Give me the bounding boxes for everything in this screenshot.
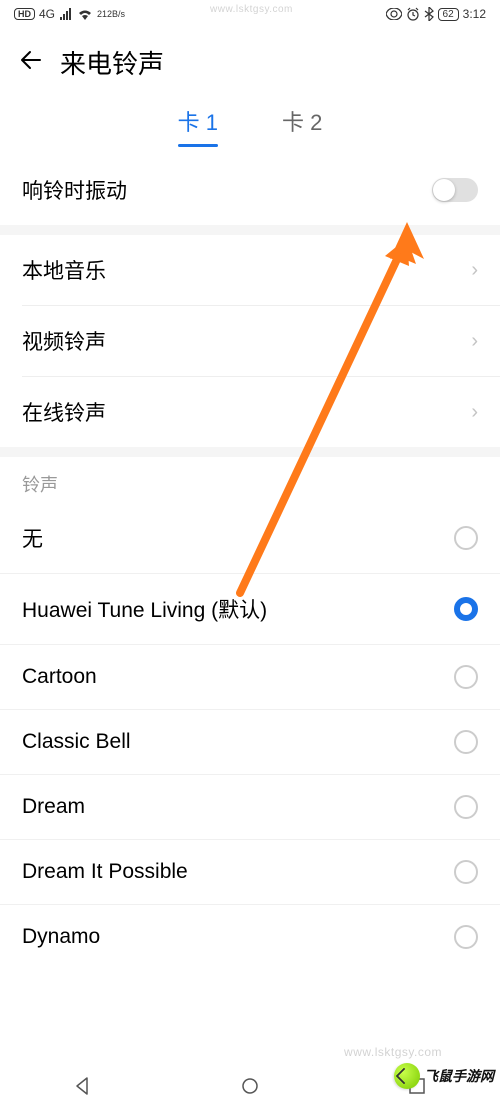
ringtone-cartoon[interactable]: Cartoon — [0, 644, 500, 709]
tab-sim2[interactable]: 卡 2 — [282, 105, 322, 145]
sim-tabs: 卡 1 卡 2 — [0, 91, 500, 155]
status-right: 62 3:12 — [386, 7, 486, 21]
status-left: HD 4G 212B/s — [14, 7, 125, 21]
ringtone-dynamo[interactable]: Dynamo — [0, 904, 500, 969]
eye-icon — [386, 8, 402, 20]
online-ringtone-row[interactable]: 在线铃声 › — [0, 377, 500, 447]
status-bar: HD 4G 212B/s 62 3:12 — [0, 0, 500, 28]
section-gap — [0, 447, 500, 457]
tab-sim1[interactable]: 卡 1 — [178, 105, 218, 145]
page-header: 来电铃声 — [0, 28, 500, 91]
ringtone-label: Classic Bell — [22, 730, 131, 754]
chevron-right-icon: › — [471, 401, 478, 424]
radio-icon — [454, 860, 478, 884]
back-button[interactable] — [18, 47, 44, 78]
ringtone-dream-it-possible[interactable]: Dream It Possible — [0, 839, 500, 904]
ringtone-classic-bell[interactable]: Classic Bell — [0, 709, 500, 774]
nav-home-button[interactable] — [238, 1074, 262, 1098]
ringtone-label: Dream — [22, 795, 85, 819]
logo-text: 飞鼠手游网 — [424, 1066, 494, 1086]
ringtone-default[interactable]: Huawei Tune Living (默认) — [0, 573, 500, 644]
local-music-row[interactable]: 本地音乐 › — [0, 235, 500, 305]
radio-icon — [454, 730, 478, 754]
radio-icon — [454, 925, 478, 949]
section-gap — [0, 225, 500, 235]
radio-selected-icon — [454, 597, 478, 621]
ringtone-dream[interactable]: Dream — [0, 774, 500, 839]
wifi-icon — [77, 8, 93, 20]
watermark-bottom: www.lsktgsy.com — [344, 1045, 442, 1059]
video-ringtone-label: 视频铃声 — [22, 326, 106, 356]
signal-gen: 4G — [39, 7, 55, 21]
chevron-right-icon: › — [471, 259, 478, 282]
local-music-label: 本地音乐 — [22, 255, 106, 285]
chevron-right-icon: › — [471, 330, 478, 353]
site-logo: 飞鼠手游网 — [394, 1063, 494, 1089]
logo-icon — [394, 1063, 420, 1089]
online-ringtone-label: 在线铃声 — [22, 397, 106, 427]
vibrate-label: 响铃时振动 — [22, 175, 127, 205]
ringtone-label: Cartoon — [22, 665, 97, 689]
ringtone-section-label: 铃声 — [0, 457, 500, 503]
hd-icon: HD — [14, 8, 35, 20]
ringtone-label: Dream It Possible — [22, 860, 188, 884]
page-title: 来电铃声 — [60, 44, 164, 81]
vibrate-toggle[interactable] — [432, 178, 478, 202]
ringtone-label: Dynamo — [22, 925, 100, 949]
nav-back-button[interactable] — [71, 1074, 95, 1098]
bluetooth-icon — [424, 7, 434, 21]
ringtone-label: Huawei Tune Living (默认) — [22, 594, 267, 624]
radio-icon — [454, 665, 478, 689]
clock-text: 3:12 — [463, 7, 486, 21]
alarm-icon — [406, 7, 420, 21]
battery-icon: 62 — [438, 8, 459, 21]
ringtone-label: 无 — [22, 523, 43, 553]
radio-icon — [454, 526, 478, 550]
video-ringtone-row[interactable]: 视频铃声 › — [0, 306, 500, 376]
radio-icon — [454, 795, 478, 819]
ringtone-none[interactable]: 无 — [0, 503, 500, 573]
net-speed: 212B/s — [97, 10, 125, 19]
vibrate-on-ring-row: 响铃时振动 — [0, 155, 500, 225]
signal-icon — [59, 8, 73, 20]
